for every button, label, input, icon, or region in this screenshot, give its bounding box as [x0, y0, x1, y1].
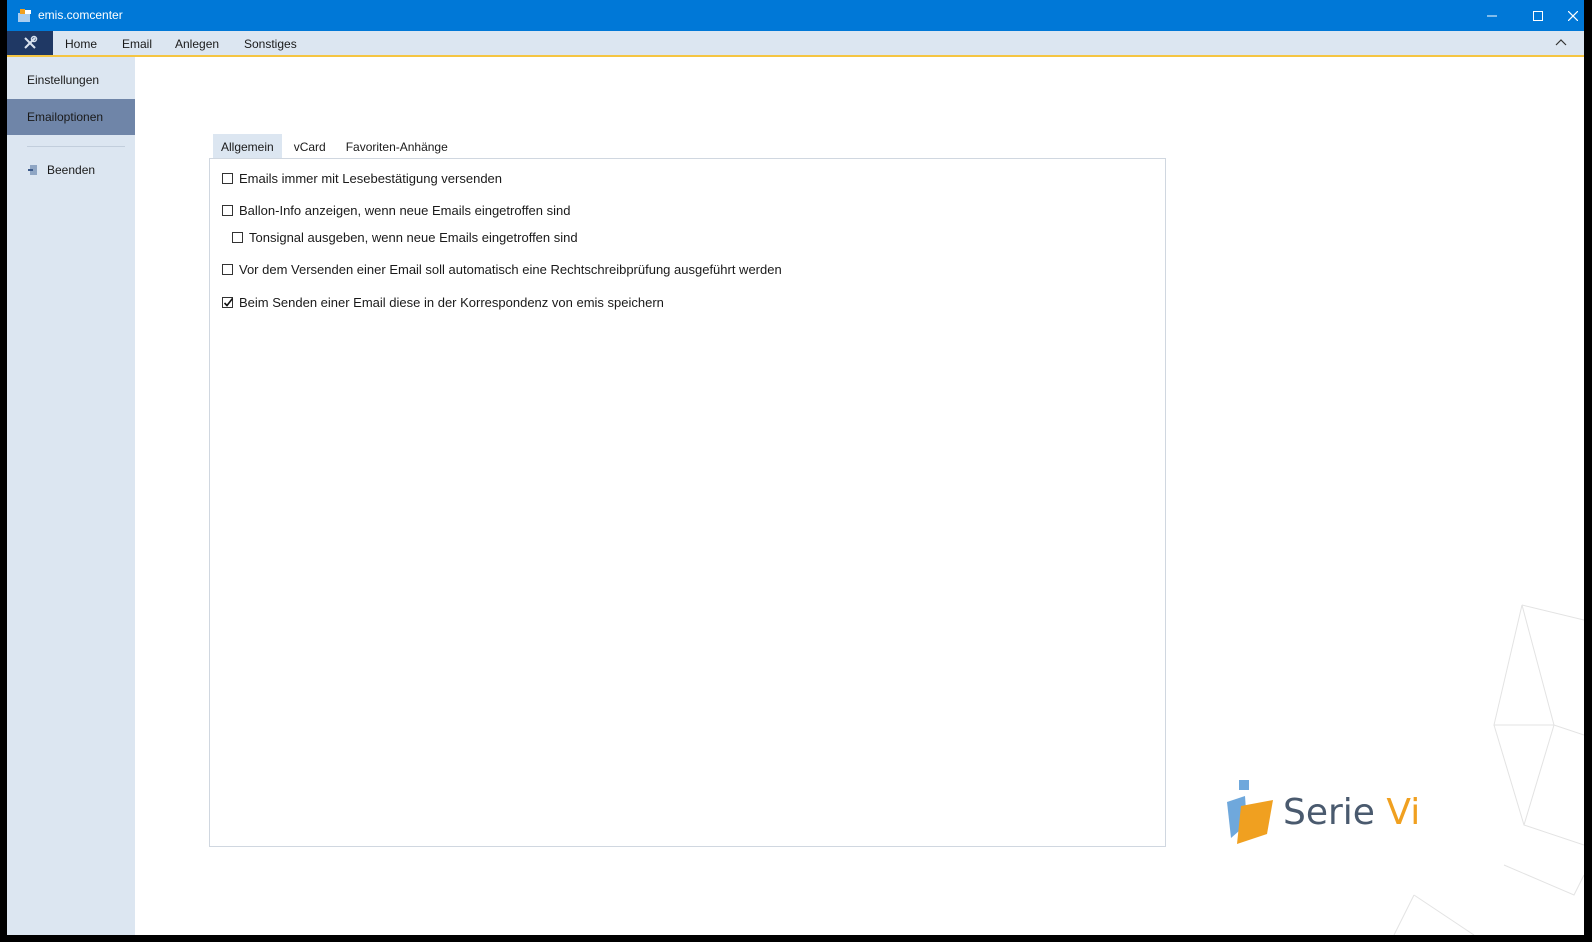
tab-sonstiges[interactable]: Sonstiges	[244, 37, 297, 51]
ribbon-bar: Home Email Anlegen Sonstiges	[7, 31, 1584, 57]
sidebar-item-emailoptionen[interactable]: Emailoptionen	[7, 99, 135, 135]
sidebar-item-label: Einstellungen	[27, 73, 100, 87]
sidebar-item-label: Beenden	[47, 163, 96, 177]
window-title: emis.comcenter	[38, 8, 123, 22]
main-content: Allgemein vCard Favoriten-Anhänge Emails…	[135, 57, 1584, 935]
app-window: emis.comcenter Home Email Anlegen Sonsti…	[7, 0, 1584, 935]
tab-vcard[interactable]: vCard	[286, 134, 334, 158]
serie-vi-logo-icon	[1227, 780, 1273, 844]
option-label: Tonsignal ausgeben, wenn neue Emails ein…	[249, 230, 578, 245]
checkbox[interactable]	[222, 205, 233, 216]
checkbox[interactable]	[222, 173, 233, 184]
option-label: Vor dem Versenden einer Email soll autom…	[239, 262, 782, 277]
tab-anlegen[interactable]: Anlegen	[175, 37, 219, 51]
tools-icon	[24, 35, 38, 49]
backstage-button[interactable]	[7, 31, 53, 55]
sidebar-item-beenden[interactable]: Beenden	[27, 163, 95, 177]
sidebar-divider	[27, 146, 125, 147]
options-panel: Emails immer mit Lesebestätigung versend…	[209, 158, 1166, 847]
options-tabs: Allgemein vCard Favoriten-Anhänge	[213, 134, 460, 158]
logo-text: Serie Vi	[1283, 791, 1421, 833]
maximize-button[interactable]	[1515, 0, 1561, 31]
checkbox-checked[interactable]	[222, 297, 234, 308]
option-label: Ballon-Info anzeigen, wenn neue Emails e…	[239, 203, 571, 218]
option-label: Beim Senden einer Email diese in der Kor…	[239, 295, 664, 310]
sidebar-item-label: Emailoptionen	[27, 110, 104, 124]
minimize-icon	[1487, 15, 1497, 16]
checkbox[interactable]	[232, 232, 243, 243]
tab-allgemein[interactable]: Allgemein	[213, 134, 282, 158]
minimize-button[interactable]	[1469, 0, 1515, 31]
close-button[interactable]	[1561, 0, 1584, 31]
close-icon	[1567, 10, 1578, 21]
title-bar: emis.comcenter	[7, 0, 1584, 31]
checkbox[interactable]	[222, 264, 233, 275]
serie-vi-logo: Serie Vi	[1223, 780, 1420, 844]
tab-email[interactable]: Email	[122, 37, 152, 51]
option-tonsignal[interactable]: Tonsignal ausgeben, wenn neue Emails ein…	[232, 230, 578, 245]
maximize-icon	[1533, 10, 1543, 21]
tab-favoriten-anhaenge[interactable]: Favoriten-Anhänge	[338, 134, 456, 158]
collapse-ribbon-icon[interactable]	[1554, 36, 1568, 50]
tab-home[interactable]: Home	[65, 37, 97, 51]
option-ballon-info[interactable]: Ballon-Info anzeigen, wenn neue Emails e…	[222, 203, 570, 218]
decorative-background	[1393, 604, 1584, 935]
app-icon	[18, 9, 31, 22]
option-lesebestaetigung[interactable]: Emails immer mit Lesebestätigung versend…	[222, 171, 502, 186]
option-korrespondenz-speichern[interactable]: Beim Senden einer Email diese in der Kor…	[222, 295, 664, 310]
exit-icon	[28, 165, 37, 175]
option-label: Emails immer mit Lesebestätigung versend…	[239, 171, 503, 186]
option-rechtschreibpruefung[interactable]: Vor dem Versenden einer Email soll autom…	[222, 262, 782, 277]
sidebar-item-einstellungen[interactable]: Einstellungen	[7, 62, 135, 98]
backstage-sidebar: Einstellungen Emailoptionen Beenden	[7, 57, 135, 935]
checkmark-icon	[223, 298, 234, 307]
